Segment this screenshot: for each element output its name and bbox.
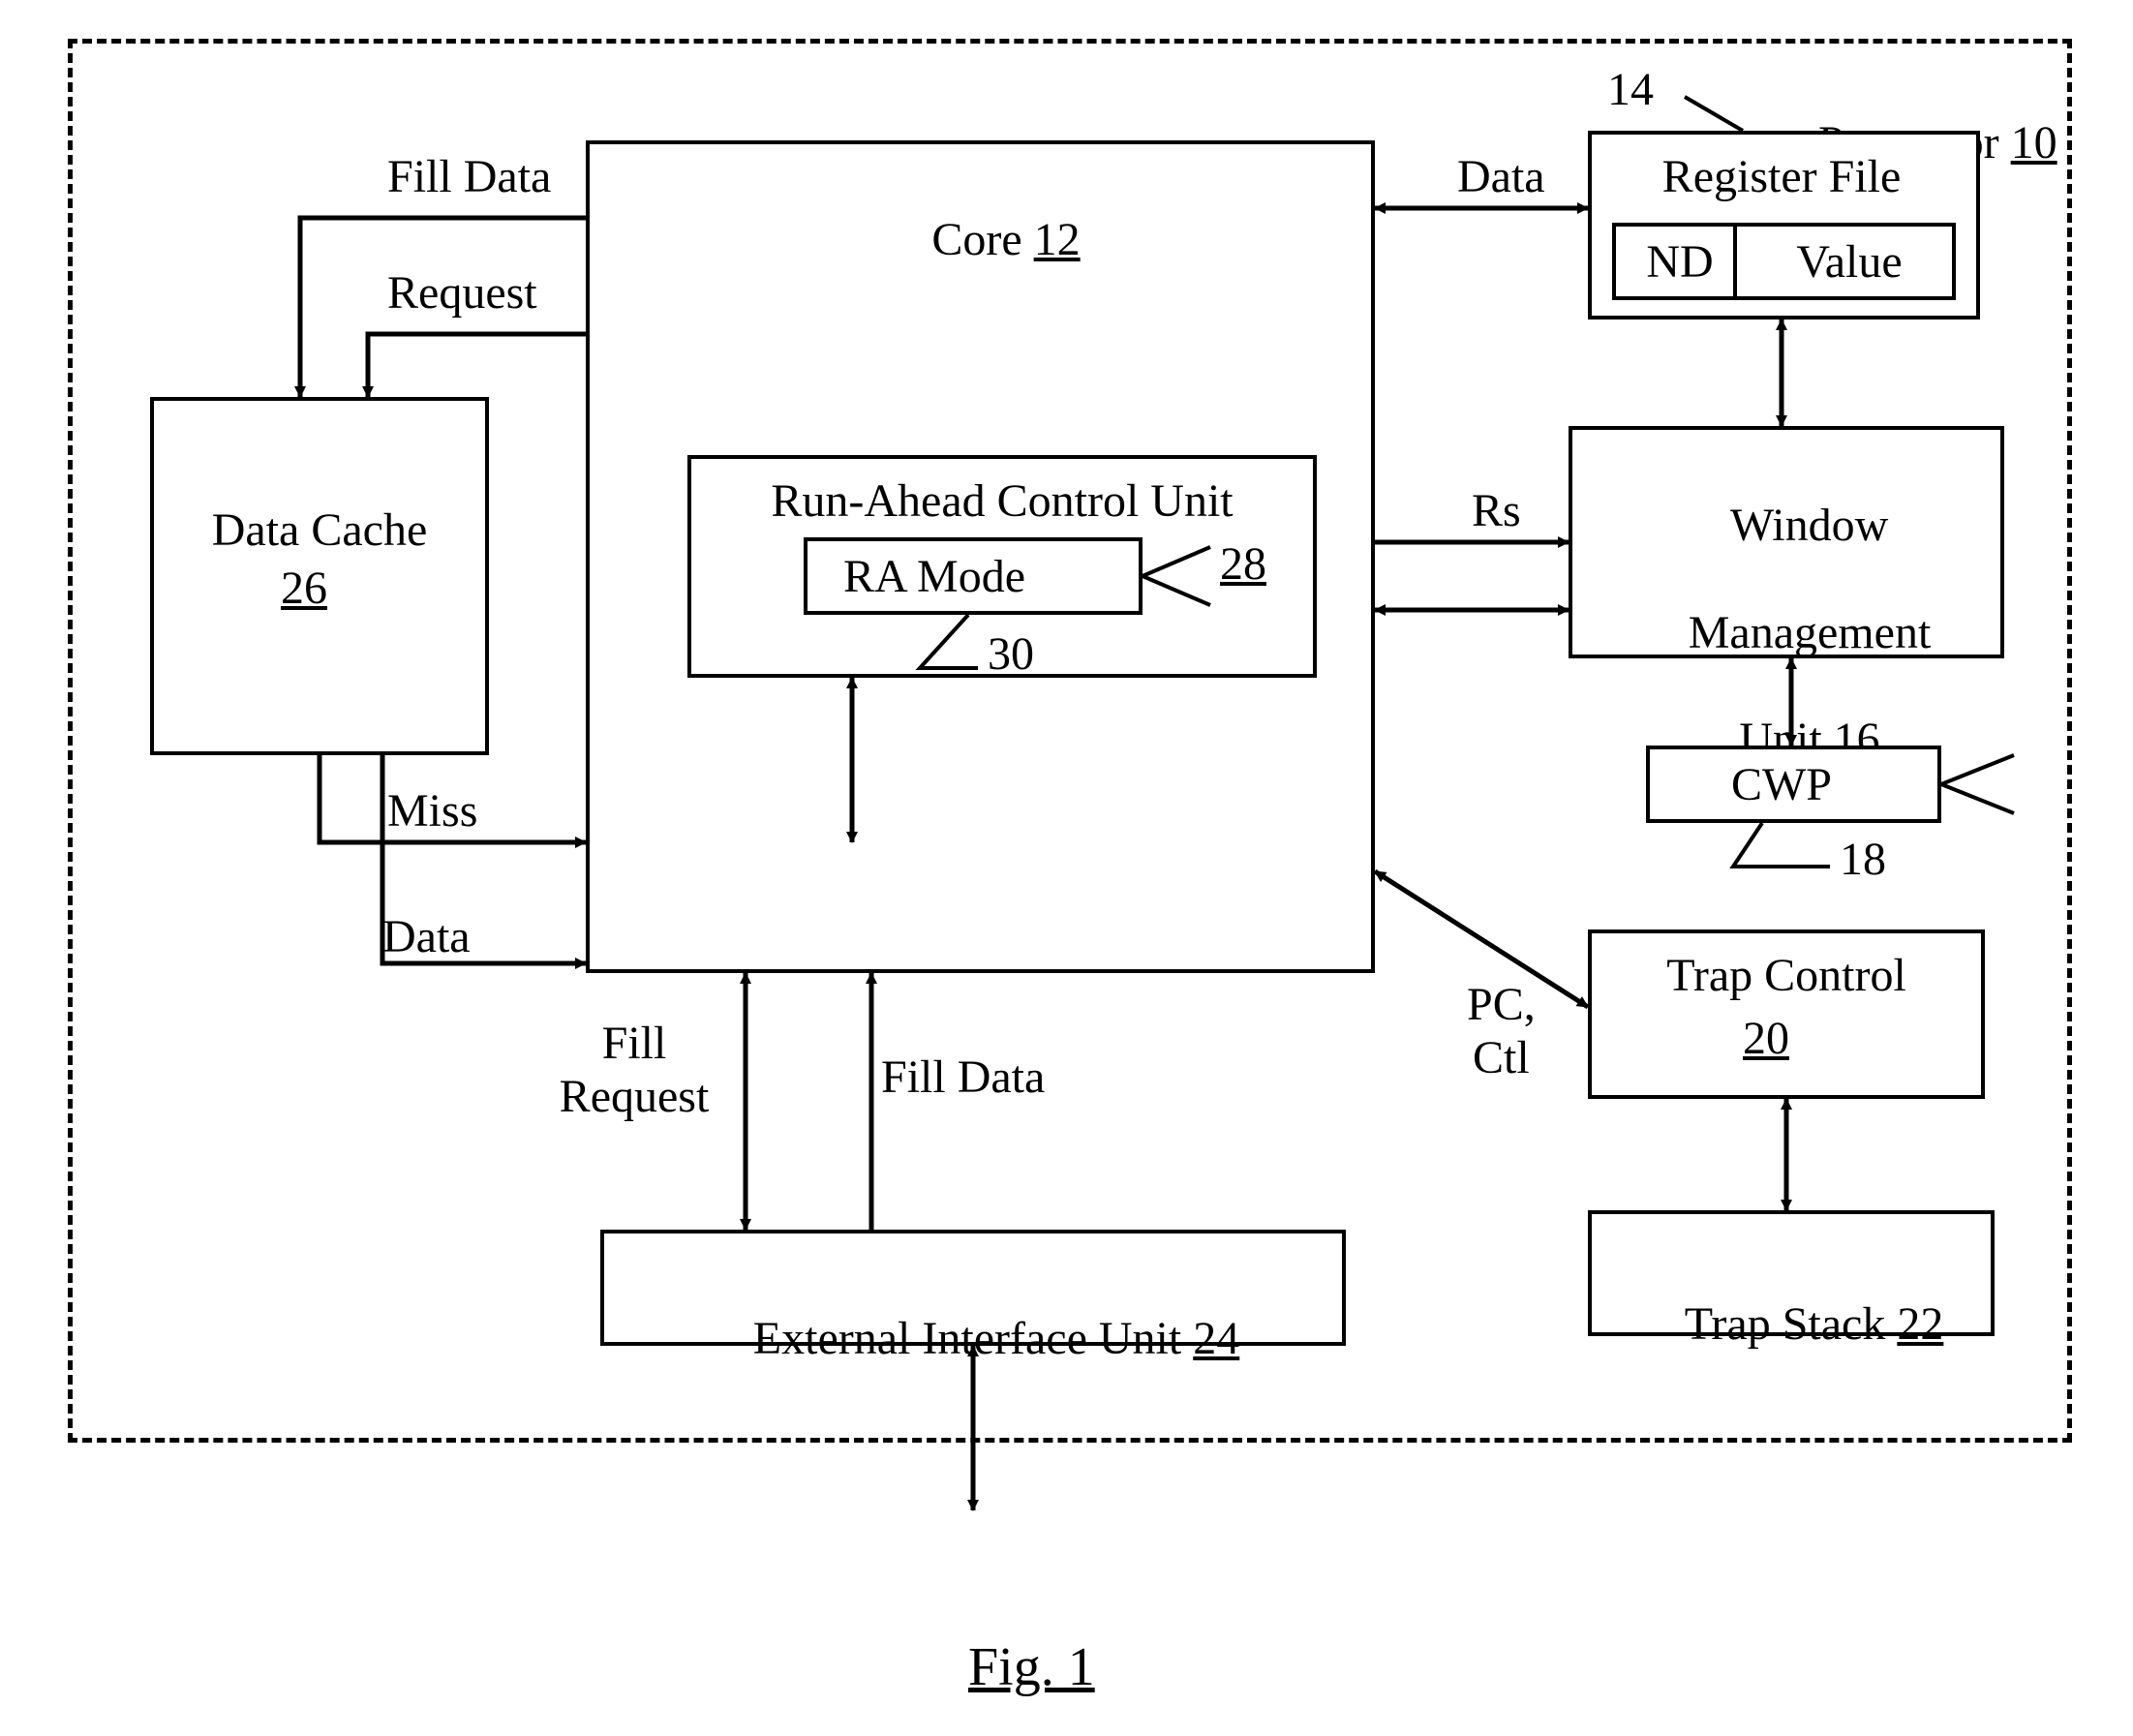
arrows-layer bbox=[0, 0, 2133, 1736]
